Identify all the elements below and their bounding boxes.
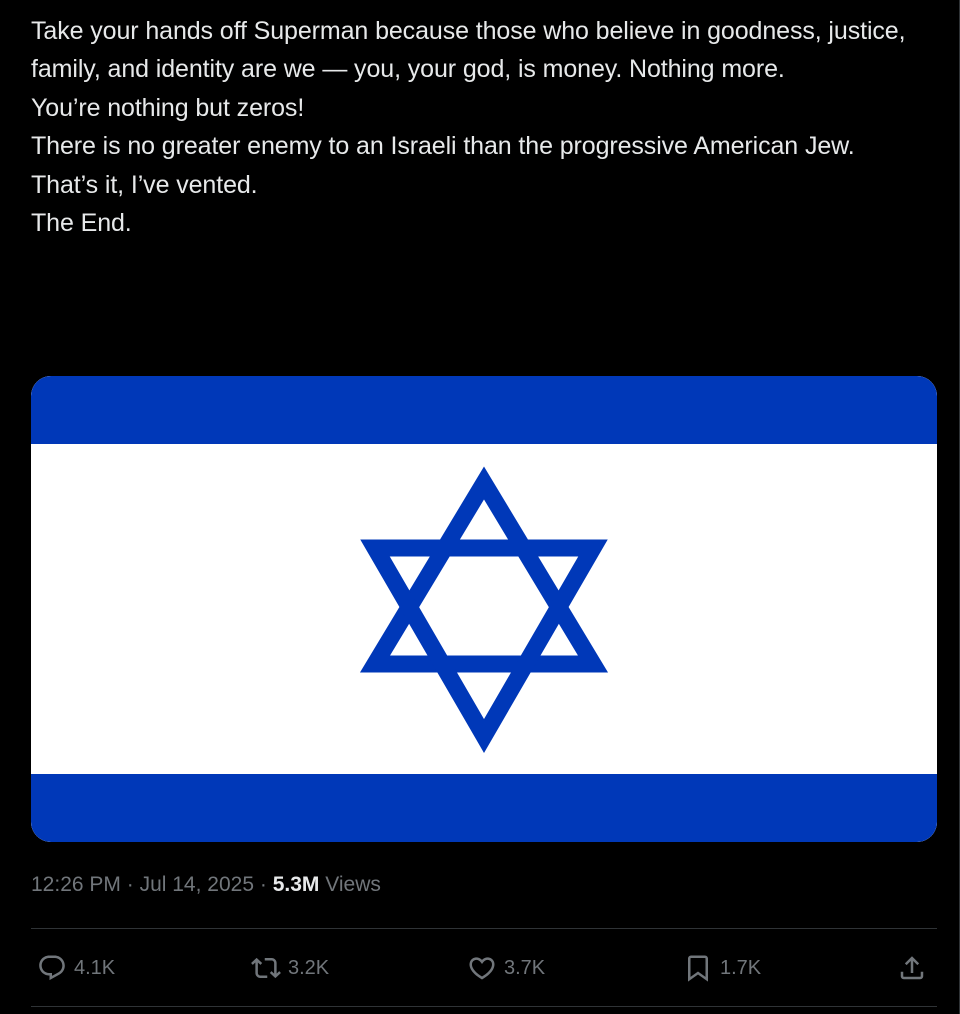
like-button[interactable]: 3.7K bbox=[467, 944, 545, 992]
share-button[interactable] bbox=[897, 944, 927, 992]
tweet-actions-bar: 4.1K 3.2K 3.7K 1.7K bbox=[31, 944, 937, 992]
tweet-line: That’s it, I’ve vented. bbox=[31, 170, 258, 199]
retweet-button[interactable]: 3.2K bbox=[251, 944, 329, 992]
meta-separator: · bbox=[126, 873, 134, 896]
reply-button[interactable]: 4.1K bbox=[37, 944, 115, 992]
bookmark-icon bbox=[688, 955, 708, 982]
flag-bottom-stripe bbox=[31, 774, 937, 842]
bookmark-count: 1.7K bbox=[720, 956, 762, 979]
tweet-media-image[interactable] bbox=[31, 376, 937, 842]
views-label: Views bbox=[325, 873, 381, 896]
heart-icon bbox=[469, 957, 495, 980]
tweet-line: The End. bbox=[31, 209, 132, 238]
tweet-date[interactable]: Jul 14, 2025 bbox=[140, 873, 254, 896]
tweet-line: There is no greater enemy to an Israeli … bbox=[31, 132, 855, 161]
bookmark-button[interactable]: 1.7K bbox=[683, 944, 761, 992]
retweet-icon bbox=[251, 957, 281, 979]
divider bbox=[31, 928, 937, 929]
tweet-line: You’re nothing but zeros! bbox=[31, 93, 305, 122]
share-icon bbox=[900, 956, 924, 980]
like-count: 3.7K bbox=[504, 956, 546, 979]
flag-field bbox=[31, 376, 937, 842]
reply-icon bbox=[39, 955, 65, 981]
israel-flag-image bbox=[31, 376, 937, 842]
reply-count: 4.1K bbox=[74, 956, 116, 979]
views-count: 5.3M bbox=[272, 873, 320, 896]
retweet-count: 3.2K bbox=[288, 956, 330, 979]
tweet-text: Take your hands off Superman because tho… bbox=[31, 12, 936, 242]
flag-top-stripe bbox=[31, 376, 937, 444]
tweet-time[interactable]: 12:26 PM bbox=[31, 873, 121, 896]
tweet-line: Take your hands off Superman because tho… bbox=[31, 17, 913, 84]
divider bbox=[31, 1006, 937, 1007]
meta-separator: · bbox=[259, 873, 267, 896]
tweet-meta: 12:26 PM · Jul 14, 2025 · 5.3M Views bbox=[31, 870, 381, 900]
